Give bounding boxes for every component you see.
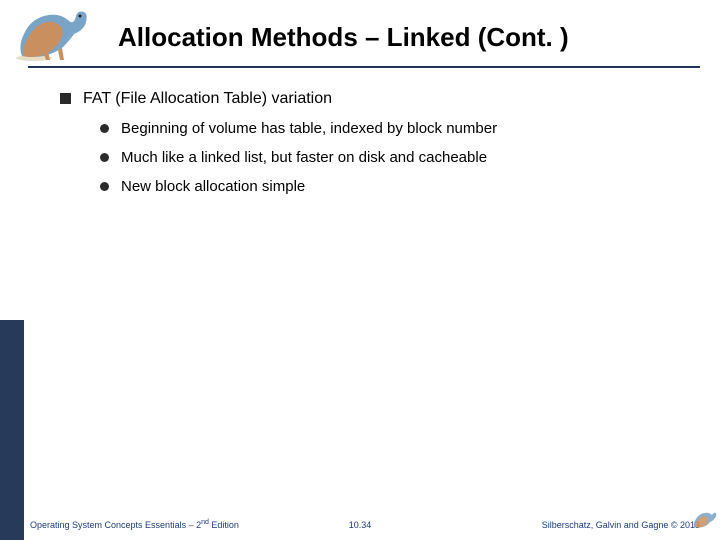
dinosaur-mini-icon [692,509,718,529]
dinosaur-icon [14,6,94,62]
disc-bullet-icon [100,182,109,191]
slide: Allocation Methods – Linked (Cont. ) FAT… [0,0,720,540]
sidebar-accent [0,320,24,540]
title-divider [28,66,700,68]
disc-bullet-icon [100,153,109,162]
bullet-text: New block allocation simple [121,178,305,195]
slide-title: Allocation Methods – Linked (Cont. ) [118,22,569,53]
header: Allocation Methods – Linked (Cont. ) [0,0,720,70]
footer-right: Silberschatz, Galvin and Gagne © 2013 [542,520,700,530]
bullet-text: Beginning of volume has table, indexed b… [121,120,497,137]
bullet-level1: FAT (File Allocation Table) variation [60,90,680,108]
bullet-text: Much like a linked list, but faster on d… [121,149,487,166]
bullet-level2: Much like a linked list, but faster on d… [100,149,680,166]
content-area: FAT (File Allocation Table) variation Be… [60,90,680,207]
bullet-text: FAT (File Allocation Table) variation [83,90,332,108]
footer: Operating System Concepts Essentials – 2… [0,512,720,530]
bullet-level2: Beginning of volume has table, indexed b… [100,120,680,137]
disc-bullet-icon [100,124,109,133]
square-bullet-icon [60,93,71,104]
bullet-level2: New block allocation simple [100,178,680,195]
